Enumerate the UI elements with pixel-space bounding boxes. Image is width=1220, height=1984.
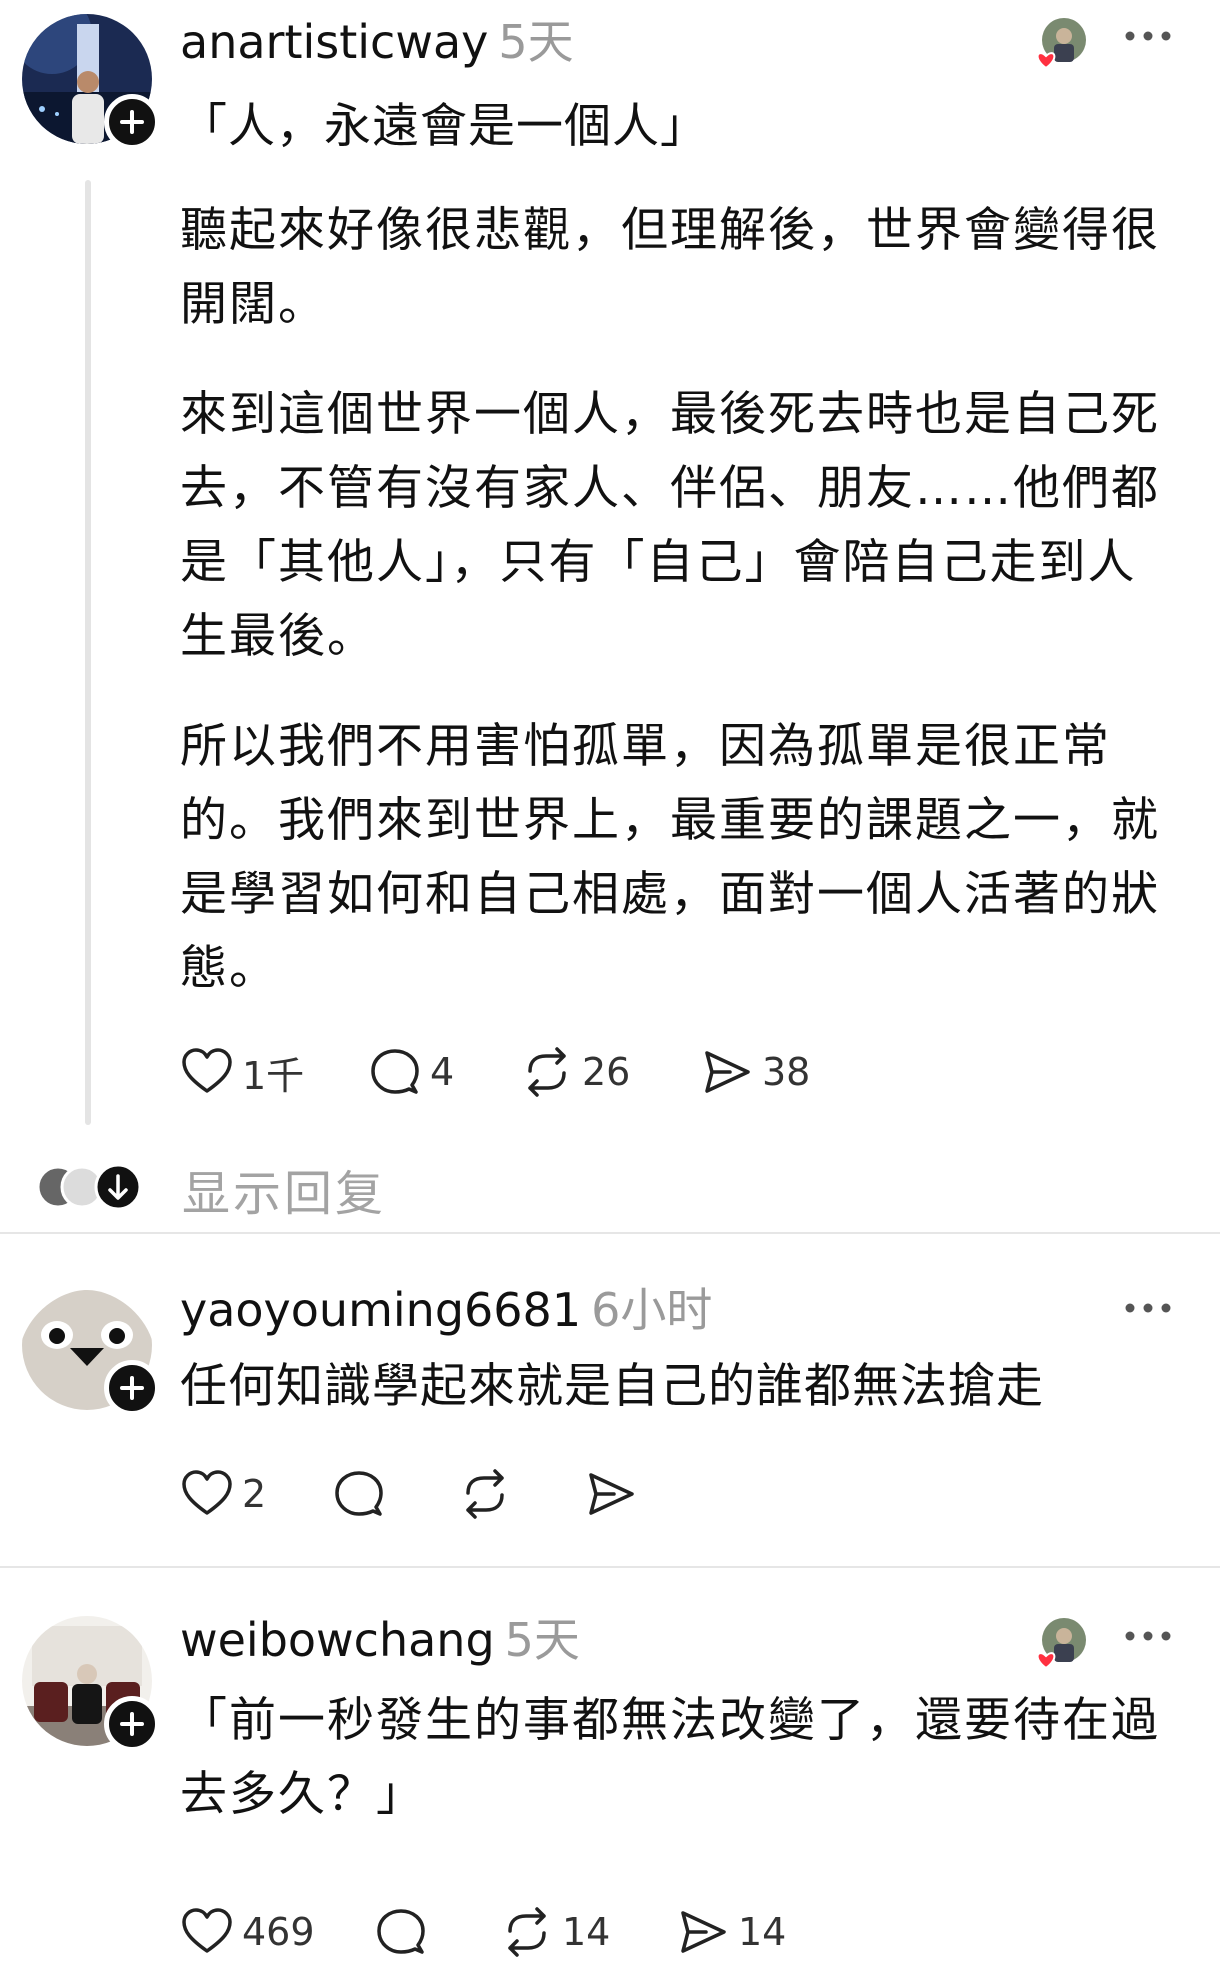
share-button[interactable]: 38: [700, 1040, 810, 1104]
repost-button[interactable]: 26: [520, 1040, 630, 1104]
username[interactable]: anartisticway: [180, 15, 488, 69]
more-dots-icon[interactable]: [1118, 1626, 1178, 1646]
like-button[interactable]: 1千: [180, 1040, 304, 1104]
heart-icon: [182, 1470, 232, 1515]
heart-icon: [182, 1048, 232, 1093]
like-button[interactable]: 469: [180, 1900, 315, 1964]
more-dots-icon[interactable]: [1118, 1298, 1178, 1318]
share-count: 14: [738, 1910, 787, 1954]
timestamp: 5天: [504, 1613, 580, 1667]
username[interactable]: weibowchang: [180, 1613, 495, 1667]
timestamp: 5天: [498, 15, 574, 69]
post-actions: 1千 4 26 38: [180, 1040, 880, 1104]
like-count: 469: [242, 1910, 315, 1954]
speech-bubble-icon: [335, 1471, 383, 1516]
heart-icon: [182, 1908, 232, 1953]
repost-icon: [508, 1907, 546, 1957]
repost-icon: [466, 1469, 504, 1519]
post-body: 「人，永遠會是一個人」 聽起來好像很悲觀，但理解後，世界會變得很開闊。 來到這個…: [180, 90, 1180, 1006]
post-paragraph: 「前一秒發生的事都無法改變了，還要待在過去多久？」: [180, 1693, 1160, 1822]
post-actions: 469 14 14: [180, 1900, 820, 1964]
repost-icon: [528, 1047, 566, 1097]
reply-count: 4: [430, 1050, 455, 1094]
send-icon: [705, 1051, 750, 1093]
share-button[interactable]: [584, 1462, 638, 1526]
share-button[interactable]: 14: [676, 1900, 786, 1964]
share-count: 38: [762, 1050, 811, 1094]
divider: [0, 1232, 1220, 1234]
avatar-yaoyouming6681[interactable]: [22, 1280, 160, 1416]
show-replies-label: 显示回复: [182, 1166, 387, 1222]
follow-plus-icon[interactable]: [104, 94, 160, 150]
divider: [0, 1566, 1220, 1568]
username[interactable]: yaoyouming6681: [180, 1283, 581, 1337]
reply-button[interactable]: [332, 1462, 386, 1526]
speech-bubble-icon: [377, 1909, 425, 1954]
avatar-weibowchang[interactable]: [22, 1616, 160, 1752]
more-dots-icon[interactable]: [1118, 26, 1178, 46]
post-actions: 2: [180, 1462, 680, 1526]
repost-button[interactable]: [458, 1462, 512, 1526]
post-header: yaoyouming6681 6小时: [180, 1282, 712, 1338]
thread-line: [85, 180, 91, 1125]
reply-button[interactable]: 4: [368, 1040, 454, 1104]
liked-by-author-avatar: [1030, 16, 1086, 70]
like-count: 2: [242, 1472, 267, 1516]
post-paragraph: 「人，永遠會是一個人」: [180, 99, 708, 154]
repost-count: 14: [562, 1910, 611, 1954]
post-paragraph: 任何知識學起來就是自己的誰都無法搶走: [180, 1359, 1044, 1414]
post-paragraph: 所以我們不用害怕孤單，因為孤單是很正常的。我們來到世界上，最重要的課題之一，就是…: [180, 719, 1160, 996]
speech-bubble-icon: [371, 1049, 419, 1094]
send-icon: [681, 1911, 726, 1953]
liked-by-author-avatar: [1030, 1616, 1086, 1670]
post-paragraph: 聽起來好像很悲觀，但理解後，世界會變得很開闊。: [180, 203, 1160, 332]
like-button[interactable]: 2: [180, 1462, 266, 1526]
reply-avatars: [36, 1163, 142, 1211]
reply-button[interactable]: [374, 1900, 428, 1964]
repost-count: 26: [582, 1050, 631, 1094]
post-header: anartisticway 5天: [180, 14, 574, 70]
follow-plus-icon[interactable]: [104, 1360, 160, 1416]
follow-plus-icon[interactable]: [104, 1696, 160, 1752]
like-count: 1千: [242, 1053, 305, 1098]
post-body: 任何知識學起來就是自己的誰都無法搶走: [180, 1350, 1180, 1424]
repost-button[interactable]: 14: [500, 1900, 610, 1964]
post-paragraph: 來到這個世界一個人，最後死去時也是自己死去，不管有沒有家人、伴侶、朋友……他們都…: [180, 387, 1160, 664]
send-icon: [589, 1473, 634, 1515]
timestamp: 6小时: [591, 1283, 713, 1337]
post-body: 「前一秒發生的事都無法改變了，還要待在過去多久？」: [180, 1684, 1180, 1832]
avatar-anartisticway[interactable]: [22, 14, 160, 150]
post-header: weibowchang 5天: [180, 1612, 580, 1668]
